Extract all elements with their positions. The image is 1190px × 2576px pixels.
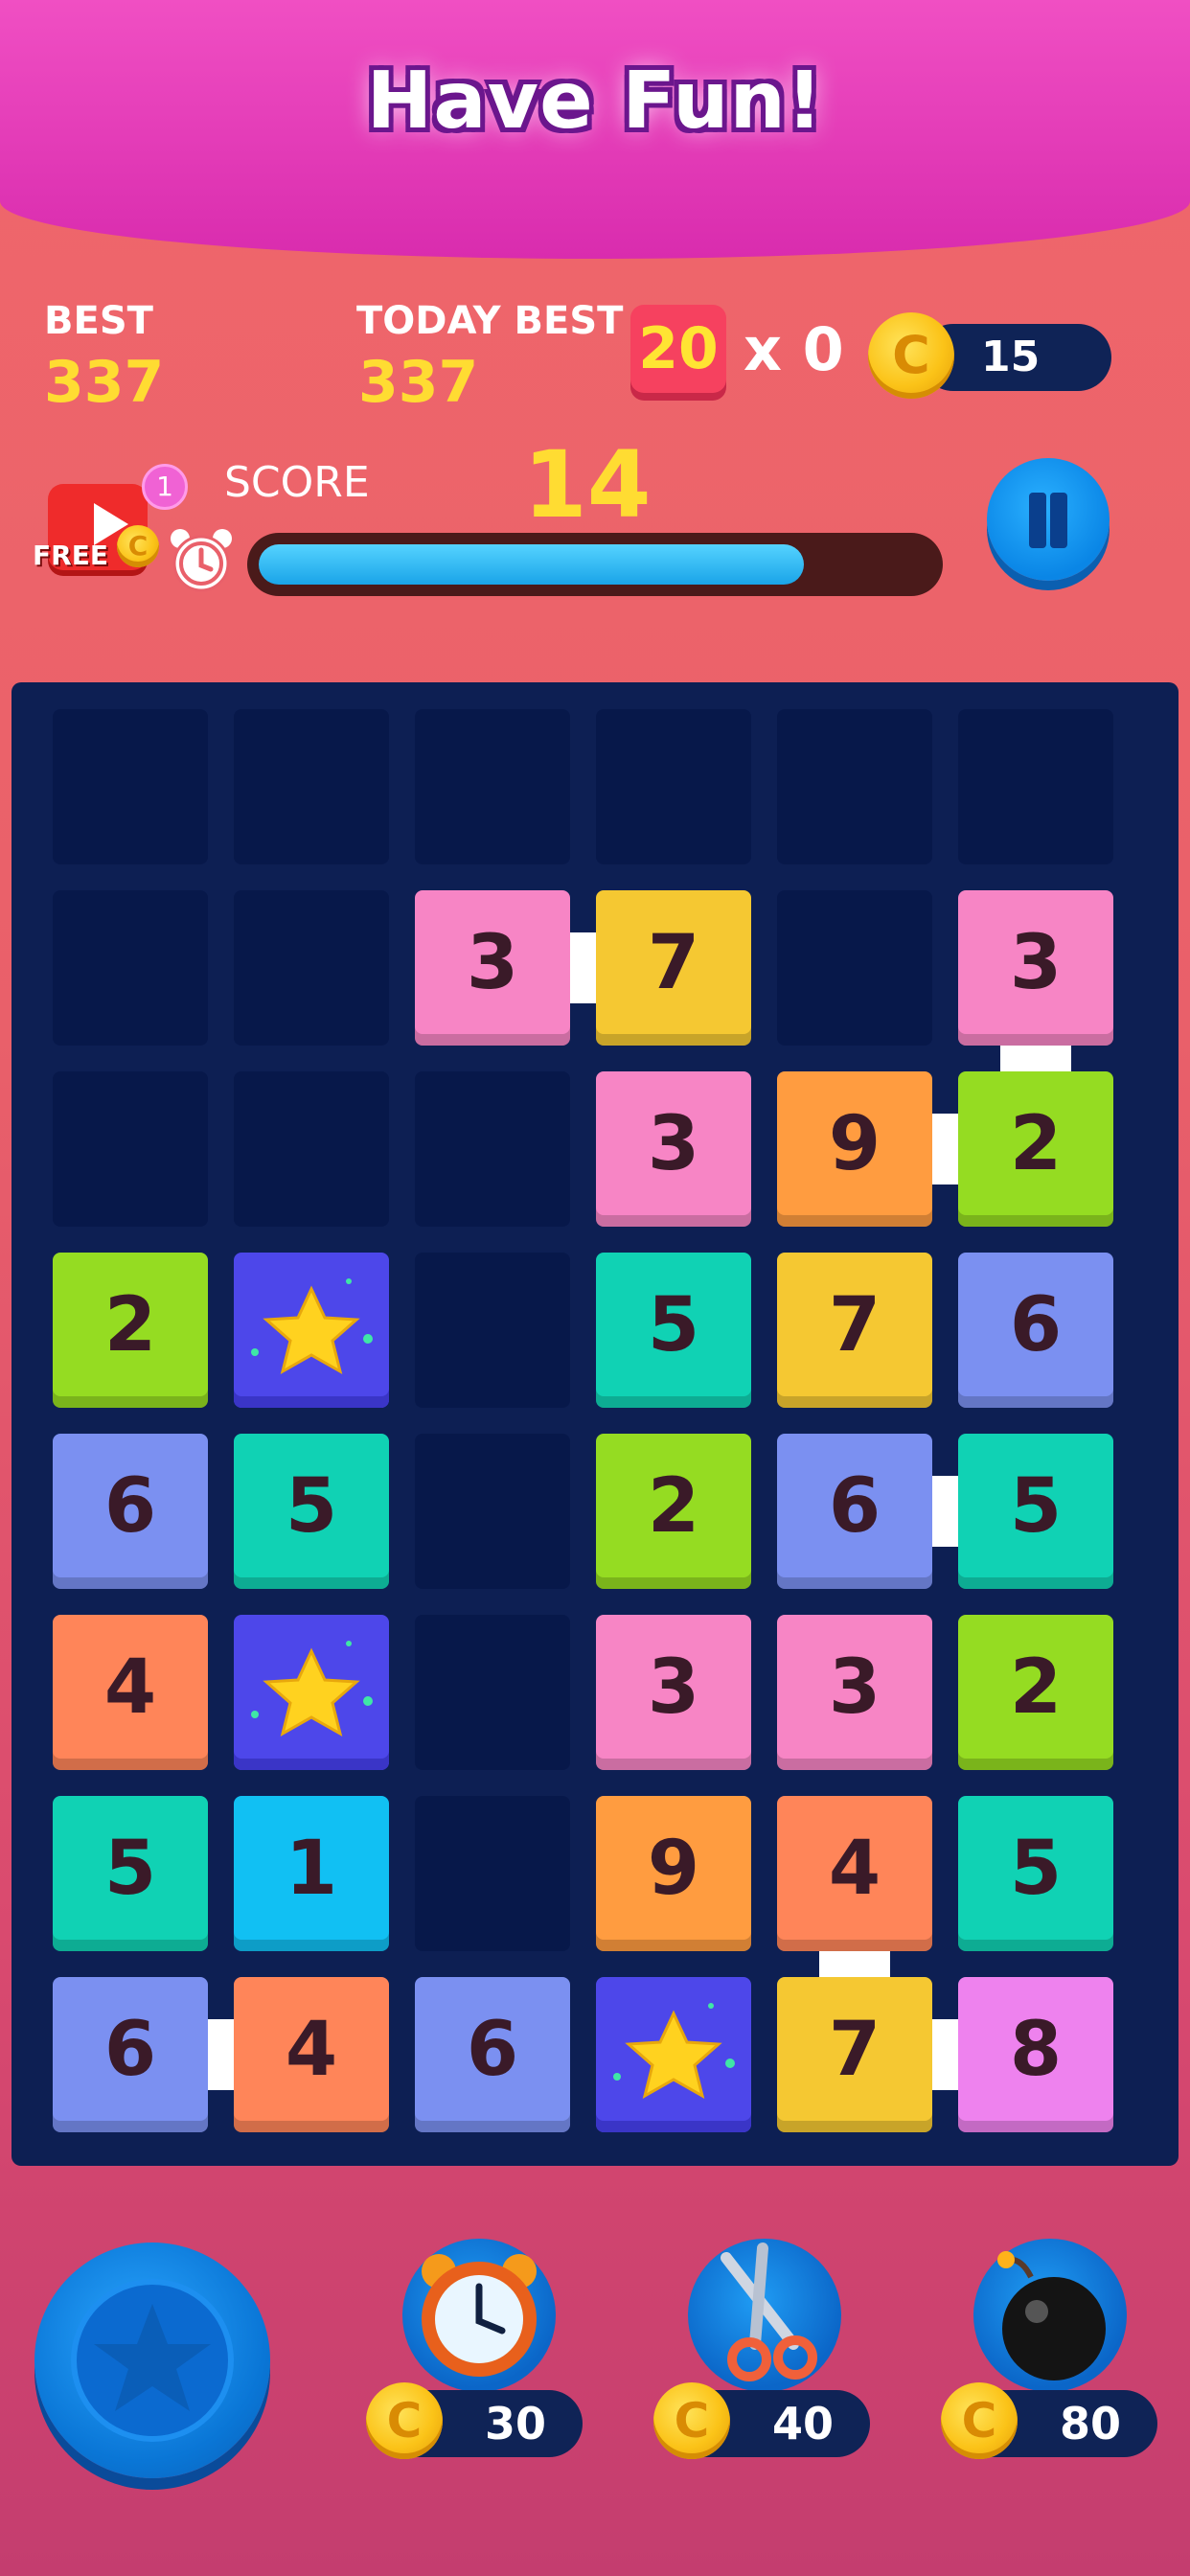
board-cell[interactable] [958,709,1113,864]
number-tile[interactable]: 2 [53,1253,208,1408]
pause-button[interactable] [987,458,1110,581]
combo-multiplier: x 0 [744,314,844,384]
score-value: 14 [523,431,652,539]
number-tile[interactable]: 4 [53,1615,208,1770]
board-cell[interactable] [234,709,389,864]
board-cell[interactable] [53,890,208,1046]
board-cell[interactable] [415,1796,570,1951]
time-progress-bar [247,533,943,596]
clock-powerup-button[interactable] [402,2239,556,2392]
star-tile[interactable] [596,1977,751,2132]
board-cell[interactable] [777,890,932,1046]
number-tile[interactable]: 6 [53,1977,208,2132]
number-tile[interactable]: 6 [958,1253,1113,1408]
board-cell[interactable] [596,709,751,864]
number-tile[interactable]: 7 [777,1253,932,1408]
board-cell[interactable] [415,1434,570,1589]
combo-counter: 20 [630,305,726,393]
mini-coin-icon: C [117,525,159,567]
number-tile[interactable]: 5 [234,1434,389,1589]
board-cell[interactable] [415,1071,570,1227]
number-tile[interactable]: 6 [415,1977,570,2132]
score-label: SCORE [224,458,370,507]
title-banner: Have Fun! [0,0,1190,259]
number-tile[interactable]: 9 [596,1796,751,1951]
coin-icon: C [868,312,954,399]
number-tile[interactable]: 7 [777,1977,932,2132]
star-button[interactable] [34,2242,270,2478]
banner-title: Have Fun! [366,56,824,147]
board-cell[interactable] [777,709,932,864]
number-tile[interactable]: 5 [596,1253,751,1408]
number-tile[interactable]: 6 [777,1434,932,1589]
board-cell[interactable] [53,1071,208,1227]
number-tile[interactable]: 1 [234,1796,389,1951]
board-cell[interactable] [415,1615,570,1770]
number-tile[interactable]: 5 [958,1796,1113,1951]
star-icon [251,1278,373,1375]
bomb-powerup-button[interactable] [973,2239,1127,2392]
pause-icon [1029,493,1046,548]
tile-link [932,1476,958,1547]
number-tile[interactable]: 6 [53,1434,208,1589]
free-label: FREE [33,540,108,571]
star-icon [251,1641,373,1737]
tile-link [819,1951,890,1977]
number-tile[interactable]: 3 [415,890,570,1046]
star-tile[interactable] [234,1253,389,1408]
time-progress-fill [259,544,804,585]
number-tile[interactable]: 2 [958,1615,1113,1770]
number-tile[interactable]: 8 [958,1977,1113,2132]
coin-icon: C [366,2382,443,2459]
number-tile[interactable]: 2 [958,1071,1113,1227]
alarm-clock-icon [167,525,236,594]
number-tile[interactable]: 3 [777,1615,932,1770]
number-tile[interactable]: 4 [777,1796,932,1951]
star-icon [613,2003,735,2100]
board-cell[interactable] [415,1253,570,1408]
today-best-value: 337 [358,349,479,416]
free-badge: 1 [142,464,188,510]
number-tile[interactable]: 3 [596,1071,751,1227]
alarm-clock-icon [422,2254,537,2377]
star-tile[interactable] [234,1615,389,1770]
tile-link [570,932,596,1003]
game-board: 37339225766526543325194564678 [11,682,1179,2166]
today-best-label: TODAY BEST [356,299,624,343]
number-tile[interactable]: 9 [777,1071,932,1227]
tile-link [208,2019,234,2090]
scissors-icon [721,2242,817,2381]
tile-link [1000,1046,1071,1071]
number-tile[interactable]: 3 [596,1615,751,1770]
number-tile[interactable]: 5 [958,1434,1113,1589]
board-cell[interactable] [53,709,208,864]
board-cell[interactable] [415,709,570,864]
coin-icon: C [941,2382,1018,2459]
number-tile[interactable]: 2 [596,1434,751,1589]
board-cell[interactable] [234,1071,389,1227]
tile-link [932,1114,958,1184]
board-cell[interactable] [234,890,389,1046]
number-tile[interactable]: 5 [53,1796,208,1951]
number-tile[interactable]: 3 [958,890,1113,1046]
star-icon [94,2304,211,2411]
tile-link [932,2019,958,2090]
bomb-icon [997,2251,1106,2380]
scissors-powerup-button[interactable] [688,2239,841,2392]
coin-icon: C [653,2382,730,2459]
number-tile[interactable]: 4 [234,1977,389,2132]
number-tile[interactable]: 7 [596,890,751,1046]
best-value: 337 [44,349,165,416]
best-label: BEST [44,299,153,343]
